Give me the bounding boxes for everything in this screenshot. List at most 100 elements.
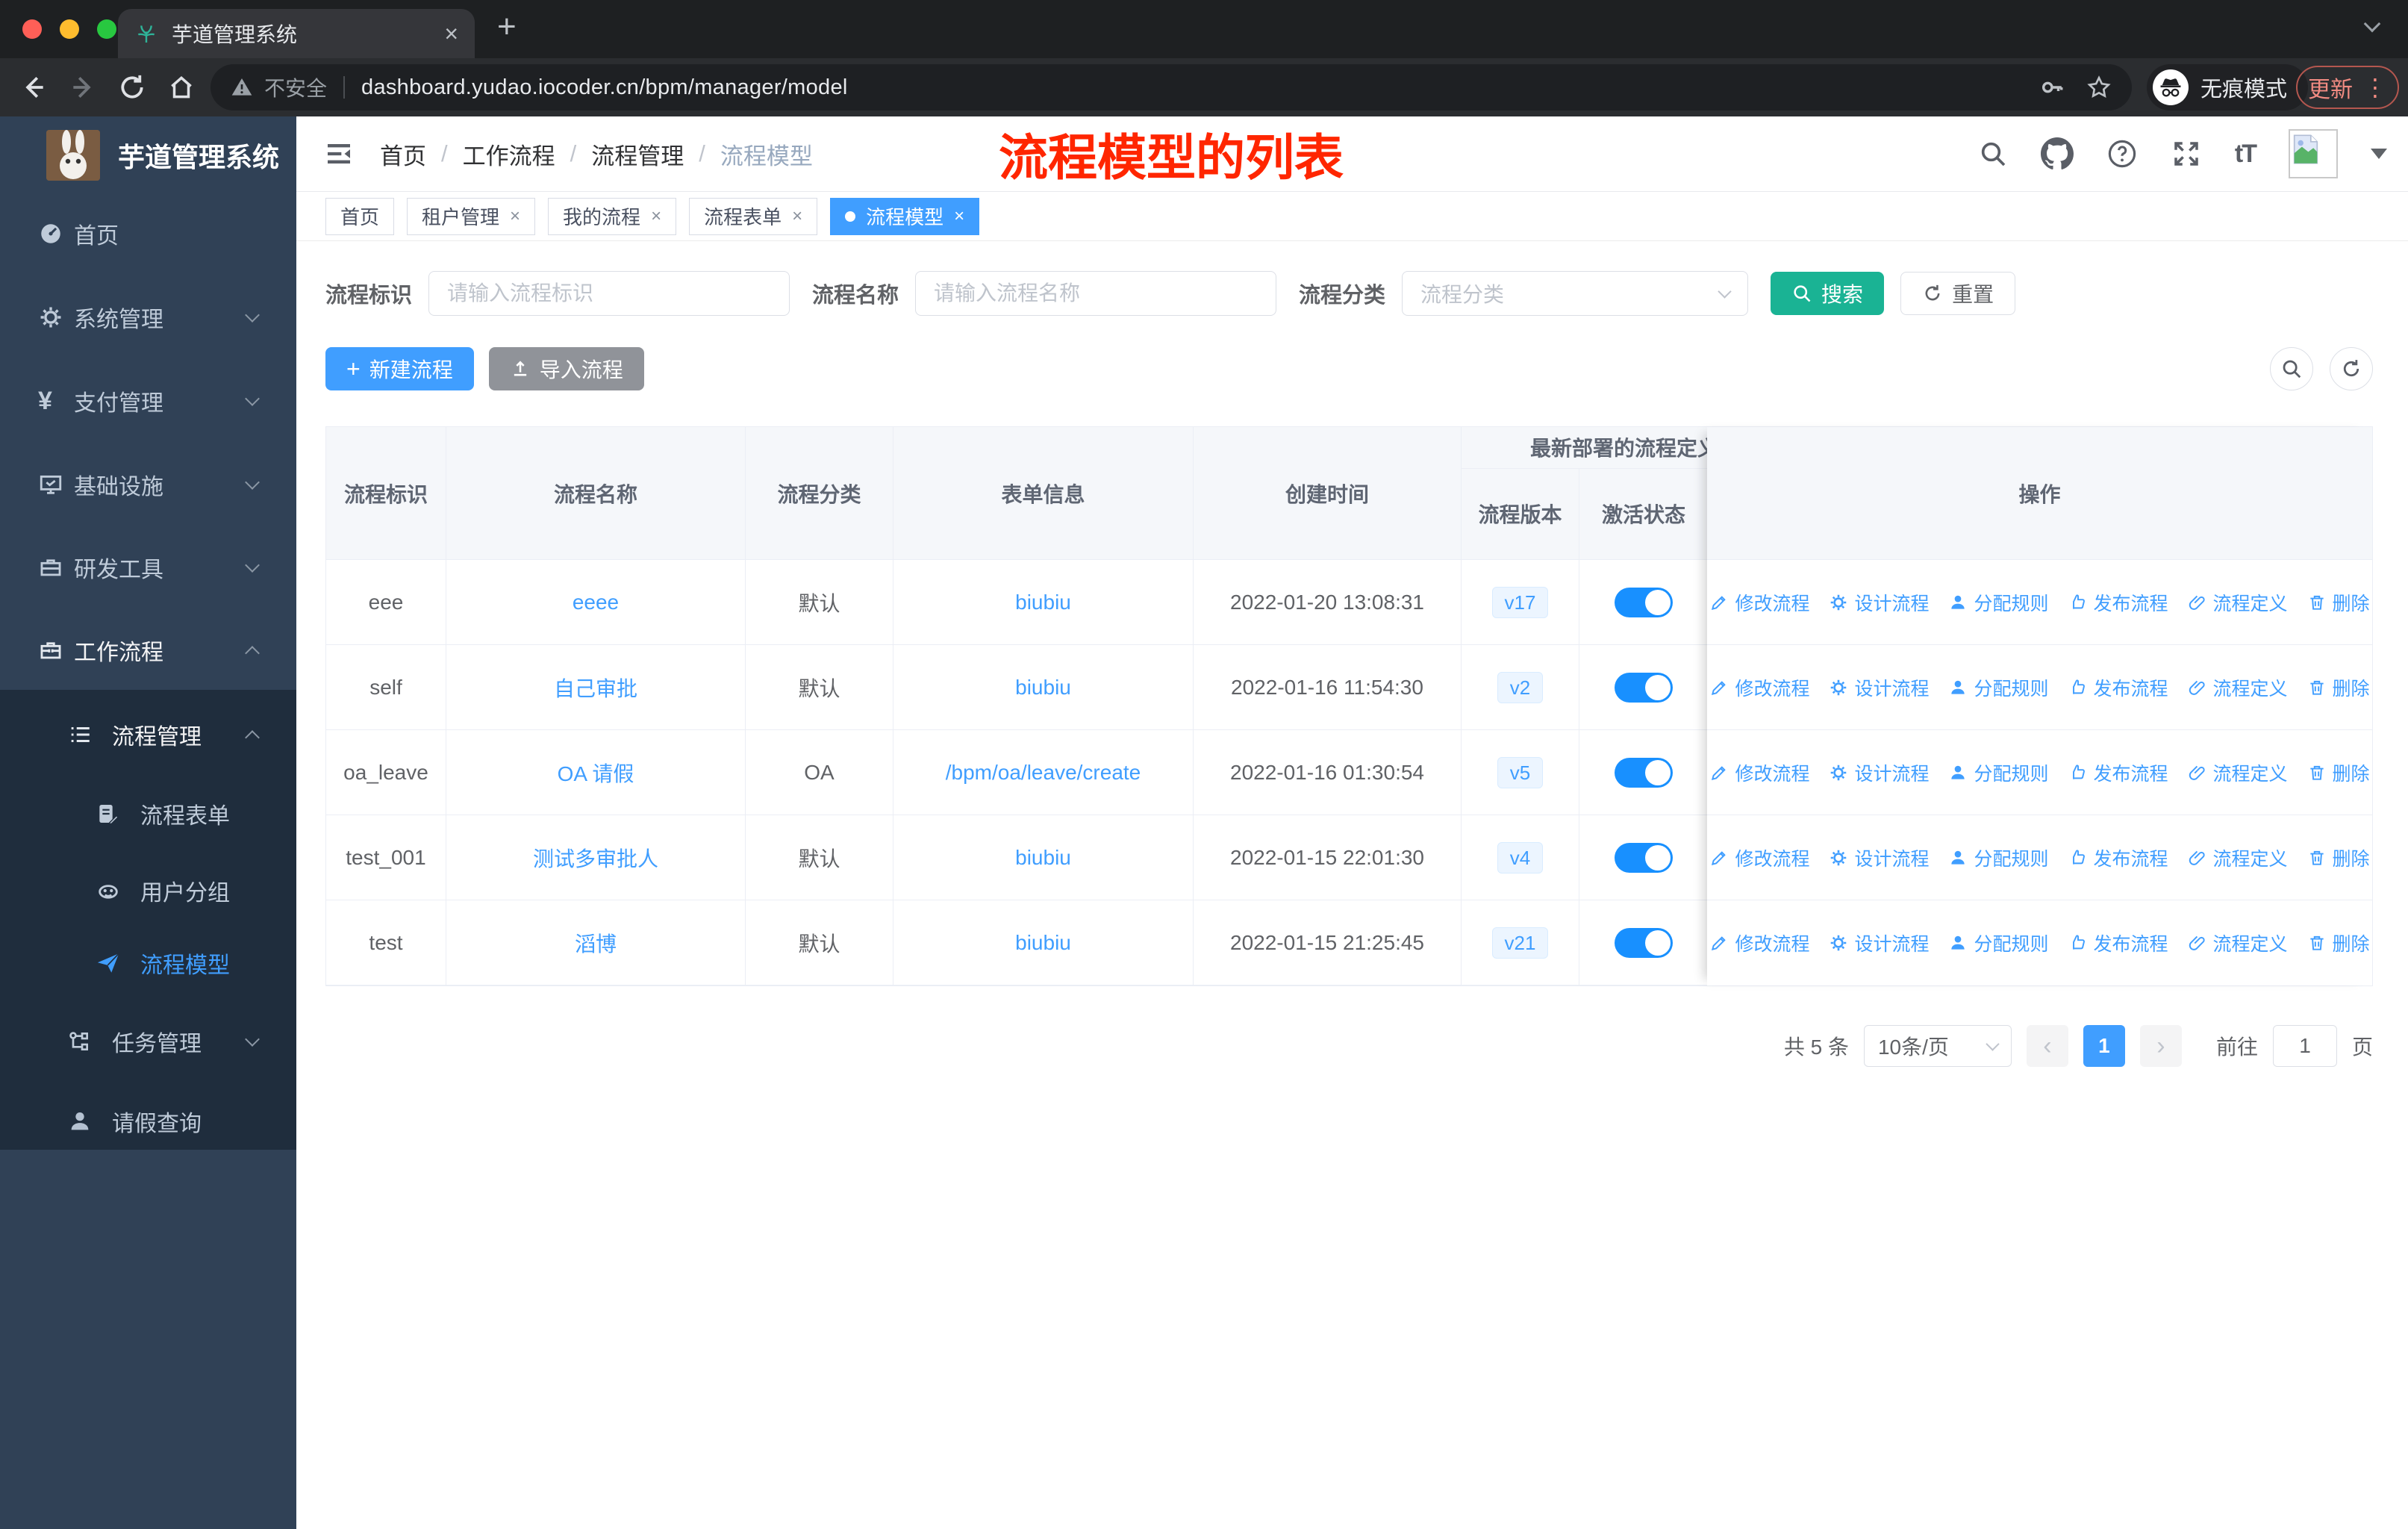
design-process-link[interactable]: 设计流程 [1829, 759, 1929, 786]
model-name-link[interactable]: 测试多审批人 [533, 843, 658, 873]
tag-tenant[interactable]: 租户管理 × [407, 197, 536, 235]
publish-process-link[interactable]: 发布流程 [2068, 674, 2168, 701]
browser-menu-icon[interactable]: ⋮ [2363, 73, 2387, 102]
goto-page-input[interactable] [2272, 1025, 2337, 1067]
prev-page-button[interactable]: ‹ [2026, 1025, 2068, 1067]
active-toggle[interactable] [1615, 672, 1673, 703]
edit-process-link[interactable]: 修改流程 [1709, 759, 1809, 786]
assign-rule-link[interactable]: 分配规则 [1948, 759, 2049, 786]
browser-update-button[interactable]: 更新 ⋮ [2296, 66, 2399, 109]
sidebar-item-process-form[interactable]: 流程表单 [0, 793, 296, 835]
url-text[interactable]: dashboard.yudao.iocoder.cn/bpm/manager/m… [361, 75, 2039, 100]
new-tab-button[interactable]: + [497, 10, 517, 43]
assign-rule-link[interactable]: 分配规则 [1948, 929, 2049, 956]
delete-link[interactable]: 删除 [2307, 844, 2370, 871]
publish-process-link[interactable]: 发布流程 [2068, 589, 2168, 616]
active-toggle[interactable] [1615, 757, 1673, 788]
minimize-window-button[interactable] [60, 19, 79, 39]
next-page-button[interactable]: › [2139, 1025, 2182, 1067]
assign-rule-link[interactable]: 分配规则 [1948, 844, 2049, 871]
filter-name-input[interactable] [915, 271, 1277, 316]
version-tag[interactable]: v17 [1491, 586, 1549, 618]
sidebar-item-user-group[interactable]: 用户分组 [0, 870, 296, 912]
create-process-button[interactable]: + 新建流程 [325, 347, 474, 390]
sidebar-item-home[interactable]: 首页 [0, 213, 296, 255]
breadcrumb-workflow[interactable]: 工作流程 [463, 137, 555, 171]
model-name-link[interactable]: eeee [573, 591, 619, 614]
fullscreen-icon[interactable] [2171, 138, 2202, 169]
tab-close-icon[interactable]: × [444, 22, 458, 46]
version-tag[interactable]: v4 [1497, 841, 1544, 874]
security-label[interactable]: 不安全 [264, 72, 327, 102]
edit-process-link[interactable]: 修改流程 [1709, 674, 1809, 701]
breadcrumb-process-manage[interactable]: 流程管理 [591, 137, 684, 171]
sidebar-item-devtools[interactable]: 研发工具 [0, 546, 296, 588]
form-link[interactable]: biubiu [1015, 676, 1071, 700]
breadcrumb-home[interactable]: 首页 [380, 137, 426, 171]
active-toggle[interactable] [1615, 927, 1673, 958]
process-definition-link[interactable]: 流程定义 [2188, 759, 2288, 786]
sidebar-item-leave-query[interactable]: 请假查询 [0, 1100, 296, 1142]
publish-process-link[interactable]: 发布流程 [2068, 844, 2168, 871]
show-search-button[interactable] [2270, 347, 2313, 390]
address-bar[interactable]: 不安全 dashboard.yudao.iocoder.cn/bpm/manag… [210, 64, 2132, 110]
search-button[interactable]: 搜索 [1771, 272, 1885, 315]
filter-key-input[interactable] [428, 271, 790, 316]
edit-process-link[interactable]: 修改流程 [1709, 844, 1809, 871]
process-definition-link[interactable]: 流程定义 [2188, 929, 2288, 956]
process-definition-link[interactable]: 流程定义 [2188, 844, 2288, 871]
help-icon[interactable] [2106, 138, 2138, 169]
page-size-select[interactable]: 10条/页 [1863, 1025, 2012, 1067]
current-page-button[interactable]: 1 [2083, 1025, 2125, 1067]
publish-process-link[interactable]: 发布流程 [2068, 759, 2168, 786]
collapse-sidebar-icon[interactable] [323, 139, 355, 169]
sidebar-item-infra[interactable]: 基础设施 [0, 464, 296, 505]
publish-process-link[interactable]: 发布流程 [2068, 929, 2168, 956]
avatar-caret-icon[interactable] [2371, 149, 2387, 159]
reload-icon[interactable] [118, 73, 146, 102]
form-link[interactable]: biubiu [1015, 846, 1071, 870]
form-link[interactable]: biubiu [1015, 931, 1071, 955]
font-size-icon[interactable]: tT [2235, 140, 2257, 169]
assign-rule-link[interactable]: 分配规则 [1948, 589, 2049, 616]
form-link[interactable]: /bpm/oa/leave/create [946, 761, 1141, 785]
sidebar-item-task-manage[interactable]: 任务管理 [0, 1021, 296, 1062]
process-definition-link[interactable]: 流程定义 [2188, 674, 2288, 701]
github-icon[interactable] [2040, 137, 2074, 170]
edit-process-link[interactable]: 修改流程 [1709, 929, 1809, 956]
bookmark-star-icon[interactable] [2086, 74, 2112, 101]
forward-icon[interactable] [69, 73, 97, 102]
tag-process-model[interactable]: 流程模型 × [830, 197, 980, 235]
version-tag[interactable]: v5 [1497, 756, 1544, 788]
design-process-link[interactable]: 设计流程 [1829, 844, 1929, 871]
tag-close-icon[interactable]: × [954, 207, 964, 225]
reset-button[interactable]: 重置 [1900, 272, 2016, 315]
design-process-link[interactable]: 设计流程 [1829, 589, 1929, 616]
tag-close-icon[interactable]: × [651, 207, 661, 225]
update-label[interactable]: 更新 [2308, 71, 2353, 104]
tag-my-process[interactable]: 我的流程 × [548, 197, 677, 235]
tag-process-form[interactable]: 流程表单 × [689, 197, 818, 235]
design-process-link[interactable]: 设计流程 [1829, 929, 1929, 956]
tag-close-icon[interactable]: × [792, 207, 802, 225]
model-name-link[interactable]: 自己审批 [554, 673, 637, 703]
sidebar-item-system[interactable]: 系统管理 [0, 296, 296, 338]
active-toggle[interactable] [1615, 587, 1673, 617]
sidebar-item-process-manage[interactable]: 流程管理 [0, 714, 296, 756]
delete-link[interactable]: 删除 [2307, 589, 2370, 616]
model-name-link[interactable]: OA 请假 [558, 758, 634, 788]
filter-category-select[interactable]: 流程分类 [1402, 271, 1749, 316]
tag-close-icon[interactable]: × [510, 207, 520, 225]
home-icon[interactable] [167, 73, 196, 102]
avatar[interactable] [2289, 129, 2338, 178]
import-process-button[interactable]: 导入流程 [488, 347, 644, 390]
model-name-link[interactable]: 滔博 [575, 928, 617, 958]
refresh-table-button[interactable] [2330, 347, 2373, 390]
browser-tab[interactable]: 芋道管理系统 × [118, 9, 475, 58]
process-definition-link[interactable]: 流程定义 [2188, 589, 2288, 616]
delete-link[interactable]: 删除 [2307, 759, 2370, 786]
back-icon[interactable] [19, 73, 48, 102]
sidebar-item-process-model[interactable]: 流程模型 [0, 942, 296, 984]
tab-list-chevron-icon[interactable] [2363, 15, 2381, 33]
design-process-link[interactable]: 设计流程 [1829, 674, 1929, 701]
